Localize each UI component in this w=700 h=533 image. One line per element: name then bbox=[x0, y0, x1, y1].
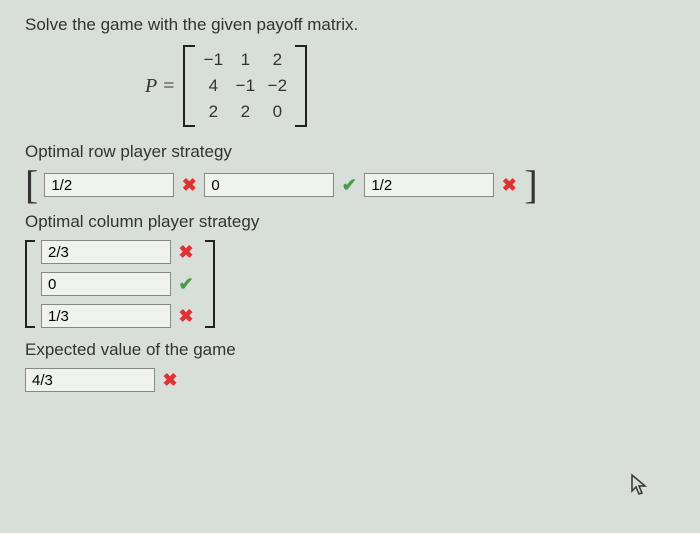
matrix-cell: 2 bbox=[197, 99, 229, 125]
col-bracket-left bbox=[25, 240, 35, 328]
row-bracket-right: ] bbox=[524, 170, 537, 200]
row-bracket-left: [ bbox=[25, 170, 38, 200]
col-strategy-input-1[interactable] bbox=[41, 240, 171, 264]
right-icon: ✔ bbox=[177, 275, 195, 293]
matrix-cells: −1 1 2 4 −1 −2 2 2 0 bbox=[195, 45, 295, 127]
col-strategy-input-3[interactable] bbox=[41, 304, 171, 328]
wrong-icon: ✖ bbox=[161, 371, 179, 389]
row-strategy-input-2[interactable] bbox=[204, 173, 334, 197]
payoff-matrix: P = −1 1 2 4 −1 −2 2 2 0 bbox=[145, 45, 675, 127]
matrix-cell: −1 bbox=[229, 73, 261, 99]
wrong-icon: ✖ bbox=[177, 307, 195, 325]
wrong-icon: ✖ bbox=[180, 176, 198, 194]
wrong-icon: ✖ bbox=[500, 176, 518, 194]
expected-value-input[interactable] bbox=[25, 368, 155, 392]
matrix-cell: 2 bbox=[261, 47, 293, 73]
matrix-cell: −2 bbox=[261, 73, 293, 99]
matrix-bracket-right bbox=[295, 45, 307, 127]
matrix-bracket-left bbox=[183, 45, 195, 127]
right-icon: ✔ bbox=[340, 176, 358, 194]
row-strategy-input-1[interactable] bbox=[44, 173, 174, 197]
row-strategy-inputs: [ ✖ ✔ ✖ ] bbox=[25, 170, 675, 200]
matrix-cell: 2 bbox=[229, 99, 261, 125]
matrix-label: P = bbox=[145, 75, 175, 98]
question-text: Solve the game with the given payoff mat… bbox=[25, 15, 675, 35]
col-strategy-inputs: ✖ ✔ ✖ bbox=[25, 240, 675, 328]
row-strategy-label: Optimal row player strategy bbox=[25, 142, 675, 162]
expected-value-row: ✖ bbox=[25, 368, 675, 392]
col-strategy-input-2[interactable] bbox=[41, 272, 171, 296]
row-strategy-input-3[interactable] bbox=[364, 173, 494, 197]
col-bracket-right bbox=[205, 240, 215, 328]
expected-value-label: Expected value of the game bbox=[25, 340, 675, 360]
col-strategy-label: Optimal column player strategy bbox=[25, 212, 675, 232]
matrix-cell: −1 bbox=[197, 47, 229, 73]
matrix-cell: 1 bbox=[229, 47, 261, 73]
matrix-cell: 4 bbox=[197, 73, 229, 99]
matrix-cell: 0 bbox=[261, 99, 293, 125]
wrong-icon: ✖ bbox=[177, 243, 195, 261]
cursor-icon bbox=[630, 473, 650, 503]
